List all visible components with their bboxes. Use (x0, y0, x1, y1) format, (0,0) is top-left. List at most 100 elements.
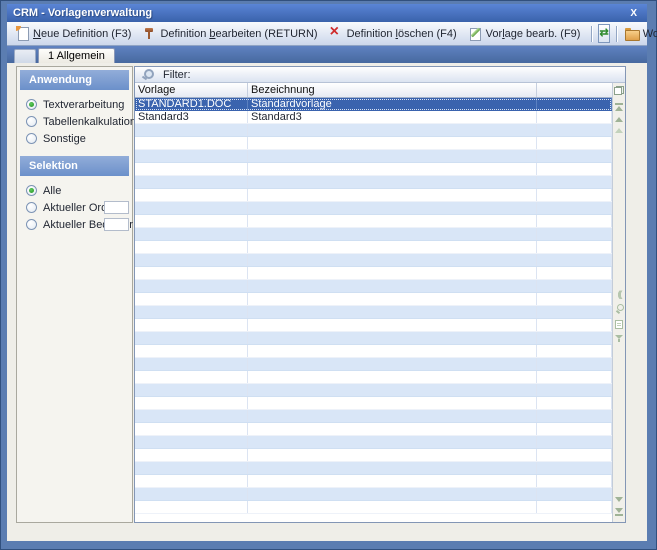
cell-bezeichnung (248, 293, 537, 305)
word-steuerformate-button[interactable]: Word-Steuerformate (F6) (621, 24, 657, 44)
cell-extra (537, 176, 612, 188)
radio-indicator[interactable] (26, 133, 37, 144)
table-row[interactable] (135, 215, 612, 228)
table-row[interactable] (135, 254, 612, 267)
table-row[interactable] (135, 436, 612, 449)
table-row[interactable] (135, 280, 612, 293)
definition-loeschen-button[interactable]: Definition löschen (F4) (325, 24, 464, 44)
cell-vorlage: Standard3 (135, 111, 248, 123)
section-header-selektion: Selektion (20, 156, 129, 176)
scroll-up-faded-icon[interactable] (615, 128, 623, 133)
table-row[interactable] (135, 163, 612, 176)
table-row[interactable] (135, 410, 612, 423)
column-header-vorlage[interactable]: Vorlage (135, 83, 248, 97)
search-icon[interactable] (615, 304, 624, 314)
neue-definition-button[interactable]: Neue Definition (F3) (11, 24, 138, 44)
radio-option-alle[interactable]: Alle (17, 182, 132, 199)
cell-extra (537, 462, 612, 474)
table-row[interactable] (135, 475, 612, 488)
radio-indicator[interactable] (26, 219, 37, 230)
table-row[interactable] (135, 267, 612, 280)
radio-option-sonstige[interactable]: Sonstige (17, 130, 132, 147)
table-row[interactable] (135, 449, 612, 462)
table-row[interactable] (135, 241, 612, 254)
vorlage-bearbeiten-button[interactable]: Vorlage bearb. (F9) (464, 24, 588, 44)
auto-width-icon[interactable] (618, 288, 621, 298)
definition-loeschen-label: Definition löschen (F4) (347, 28, 457, 40)
cell-vorlage (135, 501, 248, 513)
cell-vorlage: STANDARD1.DOC (135, 98, 248, 110)
cell-bezeichnung (248, 228, 537, 240)
cell-extra (537, 410, 612, 422)
table-row[interactable] (135, 332, 612, 345)
cell-bezeichnung (248, 436, 537, 448)
cell-extra (537, 280, 612, 292)
cell-bezeichnung (248, 319, 537, 331)
column-header-bezeichnung[interactable]: Bezeichnung (248, 83, 537, 97)
column-header-extra[interactable] (537, 83, 612, 97)
table-row[interactable] (135, 397, 612, 410)
table-row[interactable] (135, 137, 612, 150)
radio-indicator[interactable] (26, 202, 37, 213)
cell-extra (537, 293, 612, 305)
cell-vorlage (135, 488, 248, 500)
table-row[interactable] (135, 189, 612, 202)
table-row[interactable] (135, 423, 612, 436)
scroll-to-top-icon[interactable] (615, 102, 623, 111)
scroll-to-bottom-icon[interactable] (615, 508, 623, 517)
table-row[interactable] (135, 306, 612, 319)
close-button[interactable]: X (626, 8, 641, 19)
table-row[interactable] (135, 319, 612, 332)
column-chooser-icon[interactable] (614, 86, 624, 95)
radio-option-tabellenkalkulation[interactable]: Tabellenkalkulation (17, 113, 132, 130)
radio-indicator[interactable] (26, 116, 37, 127)
template-grid-panel: Filter: Vorlage Bezeichnung STANDARD1.DO… (134, 66, 626, 523)
cell-bezeichnung (248, 410, 537, 422)
radio-indicator[interactable] (26, 185, 37, 196)
cell-extra (537, 189, 612, 201)
cell-extra (537, 345, 612, 357)
table-row[interactable] (135, 358, 612, 371)
cell-extra (537, 501, 612, 513)
cell-bezeichnung (248, 462, 537, 474)
filter-bar[interactable]: Filter: (135, 67, 625, 83)
radio-indicator[interactable] (26, 99, 37, 110)
table-row[interactable] (135, 202, 612, 215)
table-row[interactable] (135, 384, 612, 397)
word-steuerformate-label: Word-Steuerformate (F6) (643, 28, 657, 40)
table-row[interactable] (135, 501, 612, 514)
cell-vorlage (135, 462, 248, 474)
table-row[interactable]: Standard3Standard3 (135, 111, 612, 124)
cell-vorlage (135, 319, 248, 331)
table-row[interactable] (135, 462, 612, 475)
scroll-up-icon[interactable] (615, 117, 623, 122)
table-row[interactable] (135, 228, 612, 241)
cell-vorlage (135, 423, 248, 435)
folder-icon (625, 27, 639, 40)
table-row[interactable]: STANDARD1.DOCStandardvorlage (135, 98, 612, 111)
sidebar-panel: Anwendung TextverarbeitungTabellenkalkul… (16, 66, 133, 523)
aktueller-ordner-input[interactable] (104, 201, 129, 214)
definition-bearbeiten-button[interactable]: Definition bearbeiten (RETURN) (138, 24, 324, 44)
table-row[interactable] (135, 124, 612, 137)
aktueller-bediener-input[interactable] (104, 218, 129, 231)
cell-vorlage (135, 293, 248, 305)
radio-label: Tabellenkalkulation (43, 116, 136, 128)
cell-bezeichnung (248, 358, 537, 370)
radio-option-aktueller-bediener[interactable]: Aktueller Bediener (17, 216, 132, 233)
radio-option-textverarbeitung[interactable]: Textverarbeitung (17, 96, 132, 113)
table-row[interactable] (135, 345, 612, 358)
table-row[interactable] (135, 371, 612, 384)
table-row[interactable] (135, 488, 612, 501)
tab-allgemein[interactable]: 1 Allgemein (38, 48, 115, 63)
table-row[interactable] (135, 150, 612, 163)
scroll-down-icon[interactable] (615, 497, 623, 502)
table-row[interactable] (135, 293, 612, 306)
cell-vorlage (135, 189, 248, 201)
refresh-templates-button[interactable]: ⇄ (598, 24, 609, 43)
filter-funnel-icon[interactable] (615, 335, 623, 342)
radio-option-aktueller-ordner[interactable]: Aktueller Ordner (17, 199, 132, 216)
table-row[interactable] (135, 176, 612, 189)
cell-bezeichnung (248, 254, 537, 266)
export-icon[interactable] (615, 320, 623, 329)
